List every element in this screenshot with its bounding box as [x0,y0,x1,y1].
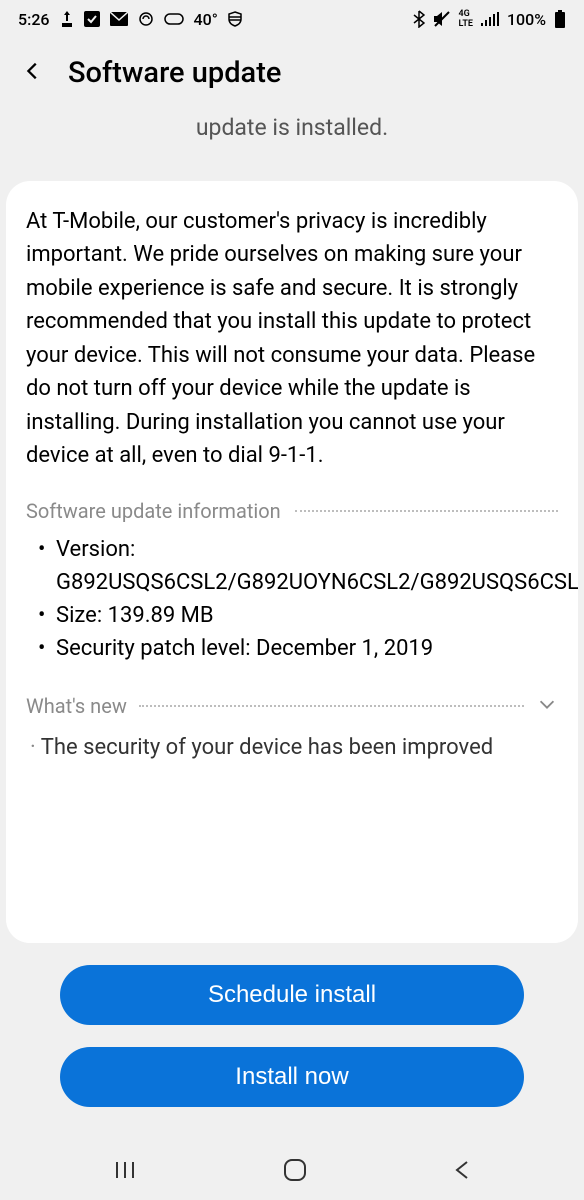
home-button[interactable] [282,1157,308,1187]
schedule-install-button[interactable]: Schedule install [60,965,524,1025]
back-button[interactable] [22,60,44,86]
mail-icon [110,12,128,26]
update-info-list: Version: G892USQS6CSL2/G892UOYN6CSL2/G89… [26,533,558,665]
update-info-heading: Software update information [26,499,281,523]
battery-icon [554,10,566,28]
status-temp: 40° [194,10,218,29]
update-info-heading-row: Software update information [26,499,558,523]
signal-icon [481,12,499,26]
checkbox-icon [84,11,100,27]
nav-back-button[interactable] [453,1159,471,1185]
whats-new-item: The security of your device has been imp… [26,731,558,764]
info-item-size: Size: 139.89 MB [38,599,558,632]
vr-icon [164,13,184,25]
update-description: At T-Mobile, our customer's privacy is i… [26,205,558,473]
divider-dotted [295,510,558,512]
shield-icon [228,11,242,27]
page-header: Software update [0,38,584,104]
update-details-card: At T-Mobile, our customer's privacy is i… [6,181,578,943]
status-time: 5:26 [18,10,50,29]
divider-dotted [139,705,524,707]
recent-apps-button[interactable] [113,1160,137,1184]
chevron-down-icon [536,693,558,719]
notification-icon [60,11,74,27]
sync-icon [138,11,154,27]
bluetooth-icon [413,10,425,28]
status-bar: 5:26 40° 4GLTE 100% [0,0,584,38]
whats-new-expand[interactable]: What's new [26,693,558,719]
mute-icon [433,11,451,27]
navigation-bar [0,1144,584,1200]
page-title: Software update [68,56,281,90]
install-now-button[interactable]: Install now [60,1047,524,1107]
truncated-previous-text: update is installed. [0,104,584,181]
whats-new-heading: What's new [26,694,127,718]
info-item-security-patch: Security patch level: December 1, 2019 [38,632,558,665]
status-battery-text: 100% [507,10,546,29]
lte-icon: 4GLTE [459,9,473,29]
info-item-version: Version: G892USQS6CSL2/G892UOYN6CSL2/G89… [38,533,558,599]
action-buttons: Schedule install Install now [0,943,584,1129]
